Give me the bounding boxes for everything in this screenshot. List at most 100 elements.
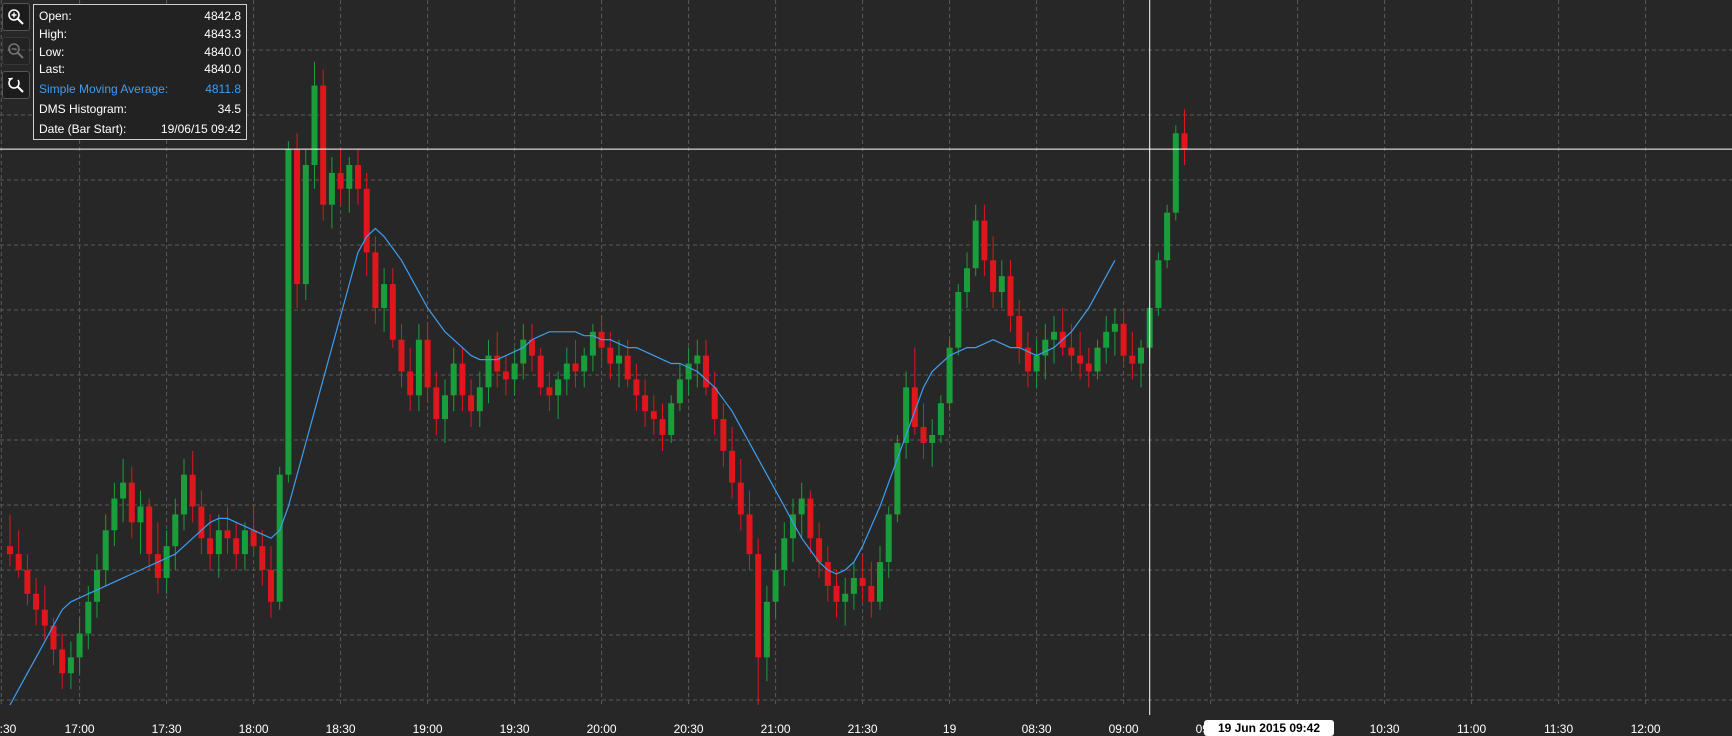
candle-body xyxy=(581,355,588,372)
candle-body xyxy=(476,387,483,412)
tooltip-label: High: xyxy=(39,26,68,41)
zoom-reset-button[interactable] xyxy=(2,71,30,99)
candle-body xyxy=(842,593,849,602)
candle-body xyxy=(624,355,631,380)
candlestick-chart[interactable]: 16:30 17:00 17:30 18:00 18:30 19:00 19:30 20:00… xyxy=(0,0,1732,736)
candle-body xyxy=(442,395,448,420)
candle-body xyxy=(250,530,257,547)
candle-body xyxy=(346,165,353,189)
zoom-in-button[interactable] xyxy=(2,3,30,31)
candle-body xyxy=(1129,355,1136,364)
candle-body xyxy=(937,403,944,435)
candle-body xyxy=(381,284,388,308)
tooltip-value: 19/06/15 09:42 xyxy=(160,121,241,136)
candle-body xyxy=(15,554,22,570)
data-tooltip: Open: 4842.8 High: 4843.3 Low: 4840.0 La… xyxy=(33,4,247,140)
x-tick-label: 19 xyxy=(943,722,957,736)
tooltip-value: 4840.0 xyxy=(204,62,241,77)
candle-body xyxy=(964,268,970,293)
crosshair xyxy=(0,0,1732,715)
tooltip-value: 4840.0 xyxy=(204,44,241,59)
candle-body xyxy=(389,284,396,340)
candle-body xyxy=(85,601,92,634)
magnifier-plus-icon xyxy=(8,9,24,25)
candle-body xyxy=(1077,355,1084,364)
tooltip-row-sma: Simple Moving Average: 4811.8 xyxy=(39,81,241,99)
x-tick-label: 18:00 xyxy=(239,722,269,736)
x-tick-label: 17:30 xyxy=(152,722,182,736)
candle-body xyxy=(241,530,248,555)
x-tick-label: 10:30 xyxy=(1370,722,1400,736)
candle-body xyxy=(859,577,866,586)
candle-body xyxy=(998,276,1005,293)
magnifier-reset-icon xyxy=(8,77,24,93)
x-axis: 16:30 17:00 17:30 18:00 18:30 19:00 19:30 20:00… xyxy=(0,722,1661,736)
candle-body xyxy=(154,554,161,578)
tooltip-label: Last: xyxy=(39,62,66,77)
candle-body xyxy=(163,546,170,578)
zoom-toolbar xyxy=(0,3,32,105)
candle-body xyxy=(824,562,831,586)
candle-body xyxy=(111,498,118,531)
candle-body xyxy=(1007,276,1014,316)
tooltip-label: Simple Moving Average: xyxy=(39,82,169,97)
candle-body xyxy=(833,585,840,602)
candle-body xyxy=(1094,347,1101,372)
candle-body xyxy=(633,379,640,396)
candle-body xyxy=(33,593,40,610)
candle-body xyxy=(24,570,31,594)
tooltip-label: Open: xyxy=(39,9,72,23)
candle-body xyxy=(659,419,666,435)
candle-body xyxy=(911,387,918,428)
x-tick-label: 18:30 xyxy=(326,722,356,736)
candle-body xyxy=(703,355,709,388)
candle-body xyxy=(720,419,727,451)
candle-body xyxy=(102,530,109,570)
candle-body xyxy=(807,498,814,539)
candle-body xyxy=(1164,212,1171,261)
candle-body xyxy=(94,570,100,602)
candle-body xyxy=(1051,331,1057,340)
candle-body xyxy=(468,395,475,412)
x-tick-label: 11:00 xyxy=(1457,722,1486,736)
candle-body xyxy=(1033,355,1040,372)
candle-body xyxy=(259,546,266,570)
tooltip-value: 4842.8 xyxy=(204,9,241,23)
tooltip-row-open: Open: 4842.8 xyxy=(39,8,241,26)
candle-body xyxy=(1103,331,1110,348)
candle-body xyxy=(450,363,457,396)
candle-body xyxy=(955,292,962,348)
candle-body xyxy=(181,474,187,515)
candle-body xyxy=(711,387,718,420)
candle-body xyxy=(1138,347,1144,364)
candle-body xyxy=(398,339,405,372)
candle-body xyxy=(172,514,179,547)
candle-body xyxy=(311,85,318,165)
candle-body xyxy=(1172,133,1179,213)
x-tick-label: 11:30 xyxy=(1544,722,1573,736)
candle-body xyxy=(563,363,570,380)
candle-body xyxy=(868,585,875,602)
candle-body xyxy=(67,657,74,674)
candle-body xyxy=(59,649,66,674)
candle-body xyxy=(546,387,553,396)
candle-body xyxy=(415,339,422,396)
candle-body xyxy=(41,609,48,626)
x-tick-label: 17:00 xyxy=(65,722,95,736)
tooltip-label: DMS Histogram: xyxy=(39,101,128,116)
candle-body xyxy=(7,546,13,555)
candle-body xyxy=(763,601,770,658)
x-tick-label: 20:30 xyxy=(674,722,704,736)
candle-body xyxy=(146,506,153,555)
tooltip-label: Low: xyxy=(39,44,65,59)
candle-body xyxy=(990,260,997,293)
candle-body xyxy=(189,474,196,507)
tooltip-row-high: High: 4843.3 xyxy=(39,26,241,44)
zoom-out-button[interactable] xyxy=(2,37,30,65)
candle-body xyxy=(520,339,527,364)
grid xyxy=(0,0,1732,705)
x-tick-label: 21:00 xyxy=(761,722,791,736)
candle-body xyxy=(285,149,292,475)
x-tick-label: 12:00 xyxy=(1631,722,1661,736)
candle-body xyxy=(877,562,883,602)
